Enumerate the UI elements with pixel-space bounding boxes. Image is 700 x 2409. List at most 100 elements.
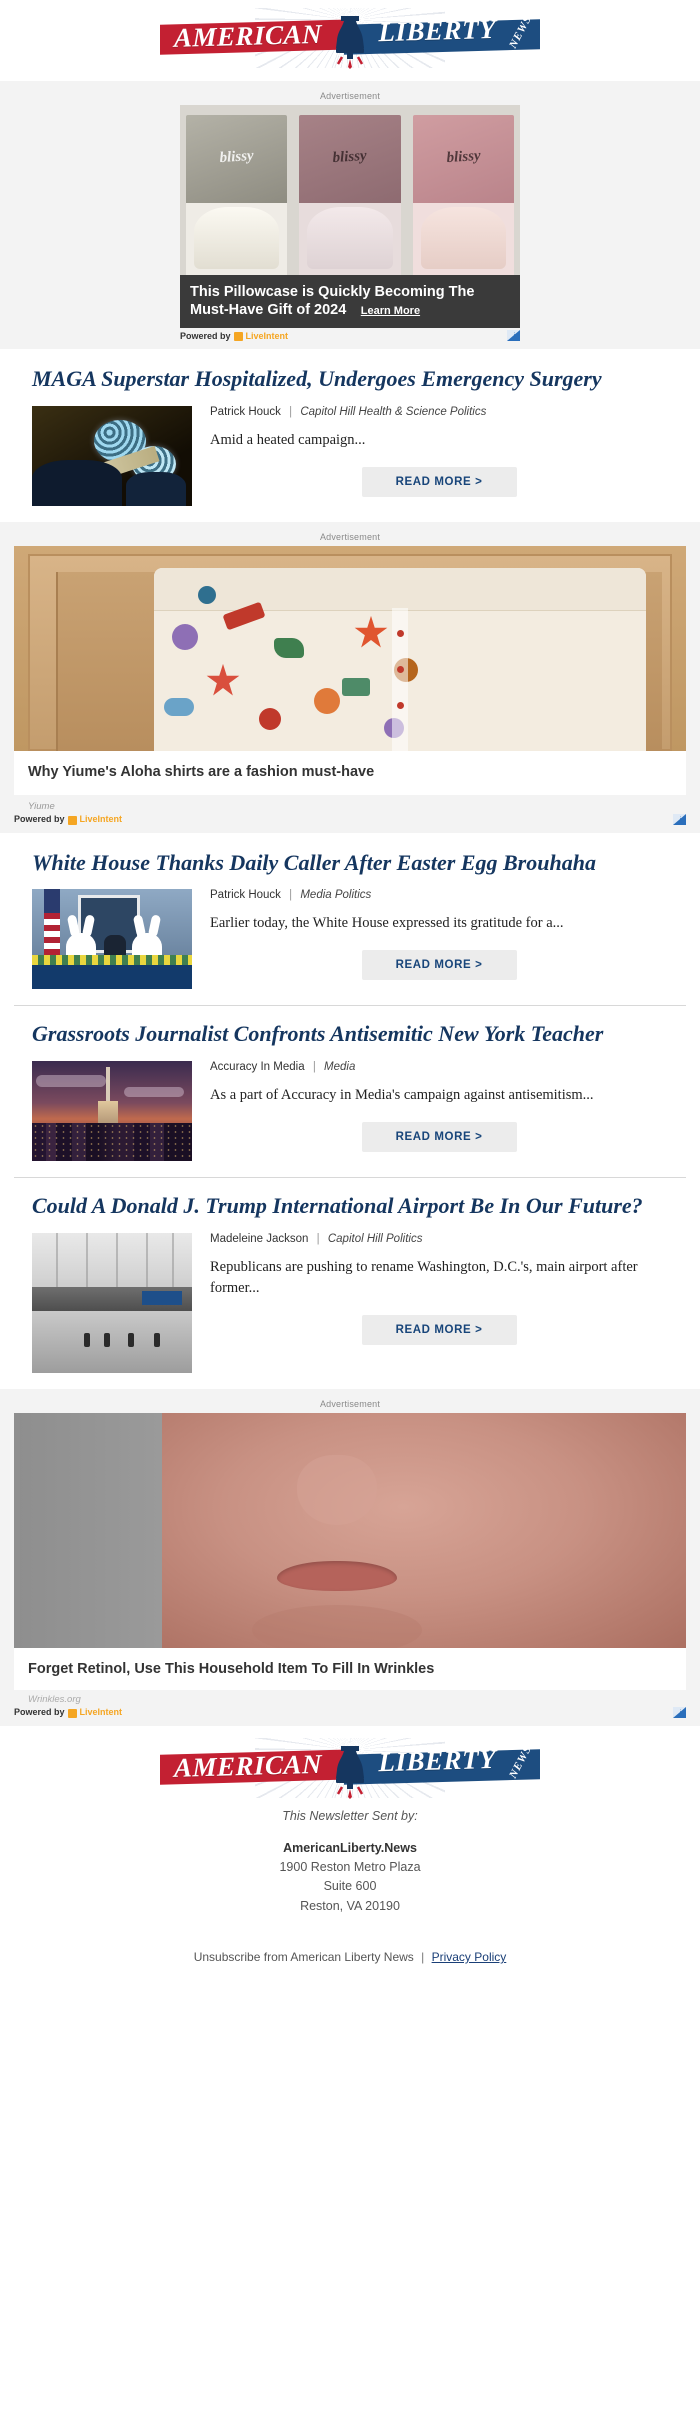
article-byline: Patrick Houck | Media Politics bbox=[210, 889, 668, 901]
advertisement-block-1: Advertisement blissy blissy blissy This … bbox=[0, 81, 700, 350]
blissy-boxes-image: blissy blissy blissy bbox=[180, 105, 520, 275]
ad-2-caption[interactable]: Why Yiume's Aloha shirts are a fashion m… bbox=[14, 750, 686, 795]
ad-label-2: Advertisement bbox=[319, 531, 381, 542]
article-card[interactable]: White House Thanks Daily Caller After Ea… bbox=[14, 833, 686, 1006]
ad-3-creative[interactable]: Forget Retinol, Use This Household Item … bbox=[14, 1412, 686, 1690]
article-author: Madeleine Jackson bbox=[210, 1232, 309, 1245]
liveintent-label: LiveIntent bbox=[245, 330, 289, 341]
article-card[interactable]: Could A Donald J. Trump International Ai… bbox=[14, 1177, 686, 1389]
liveintent-logo-icon bbox=[67, 1708, 77, 1718]
ad-1-creative[interactable]: blissy blissy blissy This Pillowcase is … bbox=[180, 105, 520, 329]
read-more-button[interactable]: READ MORE > bbox=[361, 1122, 517, 1153]
article-author: Accuracy In Media bbox=[210, 1061, 305, 1074]
article-byline: Madeleine Jackson | Capitol Hill Politic… bbox=[210, 1233, 668, 1245]
ad-1-headline: This Pillowcase is Quickly Becoming The … bbox=[190, 284, 475, 319]
footer-address-line-2: Suite 600 bbox=[323, 1879, 377, 1894]
aloha-shirt-graphic bbox=[154, 567, 646, 751]
article-thumbnail[interactable] bbox=[32, 1061, 192, 1162]
ad-1-footer: Powered by LiveIntent i bbox=[180, 328, 520, 342]
article-thumbnail[interactable] bbox=[32, 1232, 192, 1373]
powered-by-label: Powered by bbox=[180, 330, 231, 341]
liveintent-label: LiveIntent bbox=[79, 1707, 123, 1718]
article-category: Capitol Hill Politics bbox=[327, 1232, 423, 1245]
article-card[interactable]: Grassroots Journalist Confronts Antisemi… bbox=[14, 1005, 686, 1177]
article-card[interactable]: MAGA Superstar Hospitalized, Undergoes E… bbox=[14, 349, 686, 522]
footer-address-line-3: Reston, VA 20190 bbox=[300, 1898, 400, 1913]
adchoices-icon[interactable]: i bbox=[507, 330, 520, 342]
advertisement-block-3: Advertisement Forget Retinol, Use This H… bbox=[0, 1388, 700, 1726]
article-title[interactable]: MAGA Superstar Hospitalized, Undergoes E… bbox=[32, 365, 668, 394]
liveintent-logo-icon bbox=[67, 815, 77, 825]
article-excerpt: As a part of Accuracy in Media's campaig… bbox=[210, 1087, 594, 1104]
article-author: Patrick Houck bbox=[210, 889, 281, 902]
liberty-bell-icon bbox=[336, 1745, 364, 1799]
logo-american-liberty-news[interactable]: AMERICAN LIBERTY NEWS bbox=[160, 8, 540, 69]
logo-word-liberty: LIBERTY bbox=[378, 1743, 496, 1777]
powered-by-label: Powered by bbox=[14, 1707, 65, 1718]
wrinkled-face-image bbox=[14, 1412, 686, 1648]
footer-address: AmericanLiberty.News 1900 Reston Metro P… bbox=[0, 1839, 700, 1917]
privacy-policy-link[interactable]: Privacy Policy bbox=[432, 1950, 507, 1964]
liberty-bell-icon bbox=[336, 16, 364, 69]
read-more-button[interactable]: READ MORE > bbox=[361, 466, 517, 497]
article-title[interactable]: Could A Donald J. Trump International Ai… bbox=[32, 1192, 668, 1221]
footer: AMERICAN LIBERTY NEWS This Newsletter Se… bbox=[0, 1725, 700, 1987]
read-more-button[interactable]: READ MORE > bbox=[361, 950, 517, 981]
logo-word-american: AMERICAN bbox=[174, 18, 323, 53]
footer-brand-name: AmericanLiberty.News bbox=[283, 1840, 417, 1855]
ad-3-powered-by: Powered by LiveIntent bbox=[14, 1707, 123, 1718]
footer-links: Unsubscribe from American Liberty News |… bbox=[0, 1950, 700, 1964]
article-author: Patrick Houck bbox=[210, 405, 281, 418]
ad-1-powered-by: Powered by LiveIntent bbox=[180, 330, 289, 342]
article-title[interactable]: White House Thanks Daily Caller After Ea… bbox=[32, 849, 668, 878]
ad-3-headline: Forget Retinol, Use This Household Item … bbox=[28, 1660, 435, 1677]
logo-word-american: AMERICAN bbox=[174, 1748, 323, 1783]
article-title[interactable]: Grassroots Journalist Confronts Antisemi… bbox=[32, 1020, 668, 1049]
ad-3-footer: Powered by LiveIntent i bbox=[14, 1705, 686, 1718]
ad-2-headline: Why Yiume's Aloha shirts are a fashion m… bbox=[28, 763, 375, 780]
footer-sent-by-label: This Newsletter Sent by: bbox=[282, 1808, 418, 1823]
article-byline: Accuracy In Media | Media bbox=[210, 1061, 668, 1073]
byline-separator: | bbox=[289, 889, 293, 902]
article-list-top: MAGA Superstar Hospitalized, Undergoes E… bbox=[0, 349, 700, 522]
ad-2-brand: Yiume bbox=[28, 800, 55, 812]
liveintent-logo-icon bbox=[233, 332, 243, 342]
article-byline: Patrick Houck | Capitol Hill Health & Sc… bbox=[210, 406, 668, 418]
advertisement-block-2: Advertisement Why Yiume's Aloha shirts a… bbox=[0, 521, 700, 833]
article-list-middle: White House Thanks Daily Caller After Ea… bbox=[0, 832, 700, 1389]
adchoices-icon[interactable]: i bbox=[673, 813, 686, 825]
ad-1-caption[interactable]: This Pillowcase is Quickly Becoming The … bbox=[180, 275, 520, 329]
ad-2-footer: Powered by LiveIntent i bbox=[14, 812, 686, 825]
byline-separator: | bbox=[289, 405, 293, 418]
logo-word-liberty: LIBERTY bbox=[378, 13, 496, 48]
ad-label-1: Advertisement bbox=[319, 91, 381, 101]
newsletter-page: AMERICAN LIBERTY NEWS Advertisement blis… bbox=[0, 0, 700, 1987]
adchoices-icon[interactable]: i bbox=[673, 1706, 686, 1718]
ad-1-container[interactable]: blissy blissy blissy This Pillowcase is … bbox=[180, 105, 520, 342]
article-category: Media bbox=[324, 1061, 356, 1074]
article-excerpt: Earlier today, the White House expressed… bbox=[210, 915, 564, 932]
ad-3-caption[interactable]: Forget Retinol, Use This Household Item … bbox=[14, 1647, 686, 1690]
liveintent-label: LiveIntent bbox=[79, 814, 123, 825]
ad-1-learn-more-link[interactable]: Learn More bbox=[361, 305, 420, 317]
ad-2-powered-by: Powered by LiveIntent bbox=[14, 814, 123, 825]
byline-separator: | bbox=[312, 1061, 316, 1074]
article-thumbnail[interactable] bbox=[32, 405, 192, 506]
footer-address-line-1: 1900 Reston Metro Plaza bbox=[279, 1860, 421, 1874]
ad-3-container[interactable]: Forget Retinol, Use This Household Item … bbox=[0, 1412, 700, 1718]
ad-3-brand: Wrinkles.org bbox=[28, 1693, 81, 1705]
footer-link-divider: | bbox=[421, 1950, 425, 1965]
aloha-shirt-in-box-image bbox=[14, 545, 686, 751]
byline-separator: | bbox=[316, 1232, 320, 1245]
article-excerpt: Amid a heated campaign... bbox=[210, 431, 366, 448]
footer-logo-american-liberty-news[interactable]: AMERICAN LIBERTY NEWS bbox=[160, 1737, 540, 1799]
unsubscribe-link[interactable]: Unsubscribe from American Liberty News bbox=[194, 1950, 414, 1964]
article-category: Capitol Hill Health & Science Politics bbox=[300, 405, 487, 418]
ad-2-creative[interactable]: Why Yiume's Aloha shirts are a fashion m… bbox=[14, 545, 686, 795]
article-excerpt: Republicans are pushing to rename Washin… bbox=[210, 1258, 638, 1296]
article-thumbnail[interactable] bbox=[32, 889, 192, 990]
read-more-button[interactable]: READ MORE > bbox=[361, 1314, 517, 1345]
ad-2-container[interactable]: Why Yiume's Aloha shirts are a fashion m… bbox=[0, 545, 700, 825]
article-category: Media Politics bbox=[300, 889, 372, 902]
masthead: AMERICAN LIBERTY NEWS bbox=[0, 0, 700, 81]
